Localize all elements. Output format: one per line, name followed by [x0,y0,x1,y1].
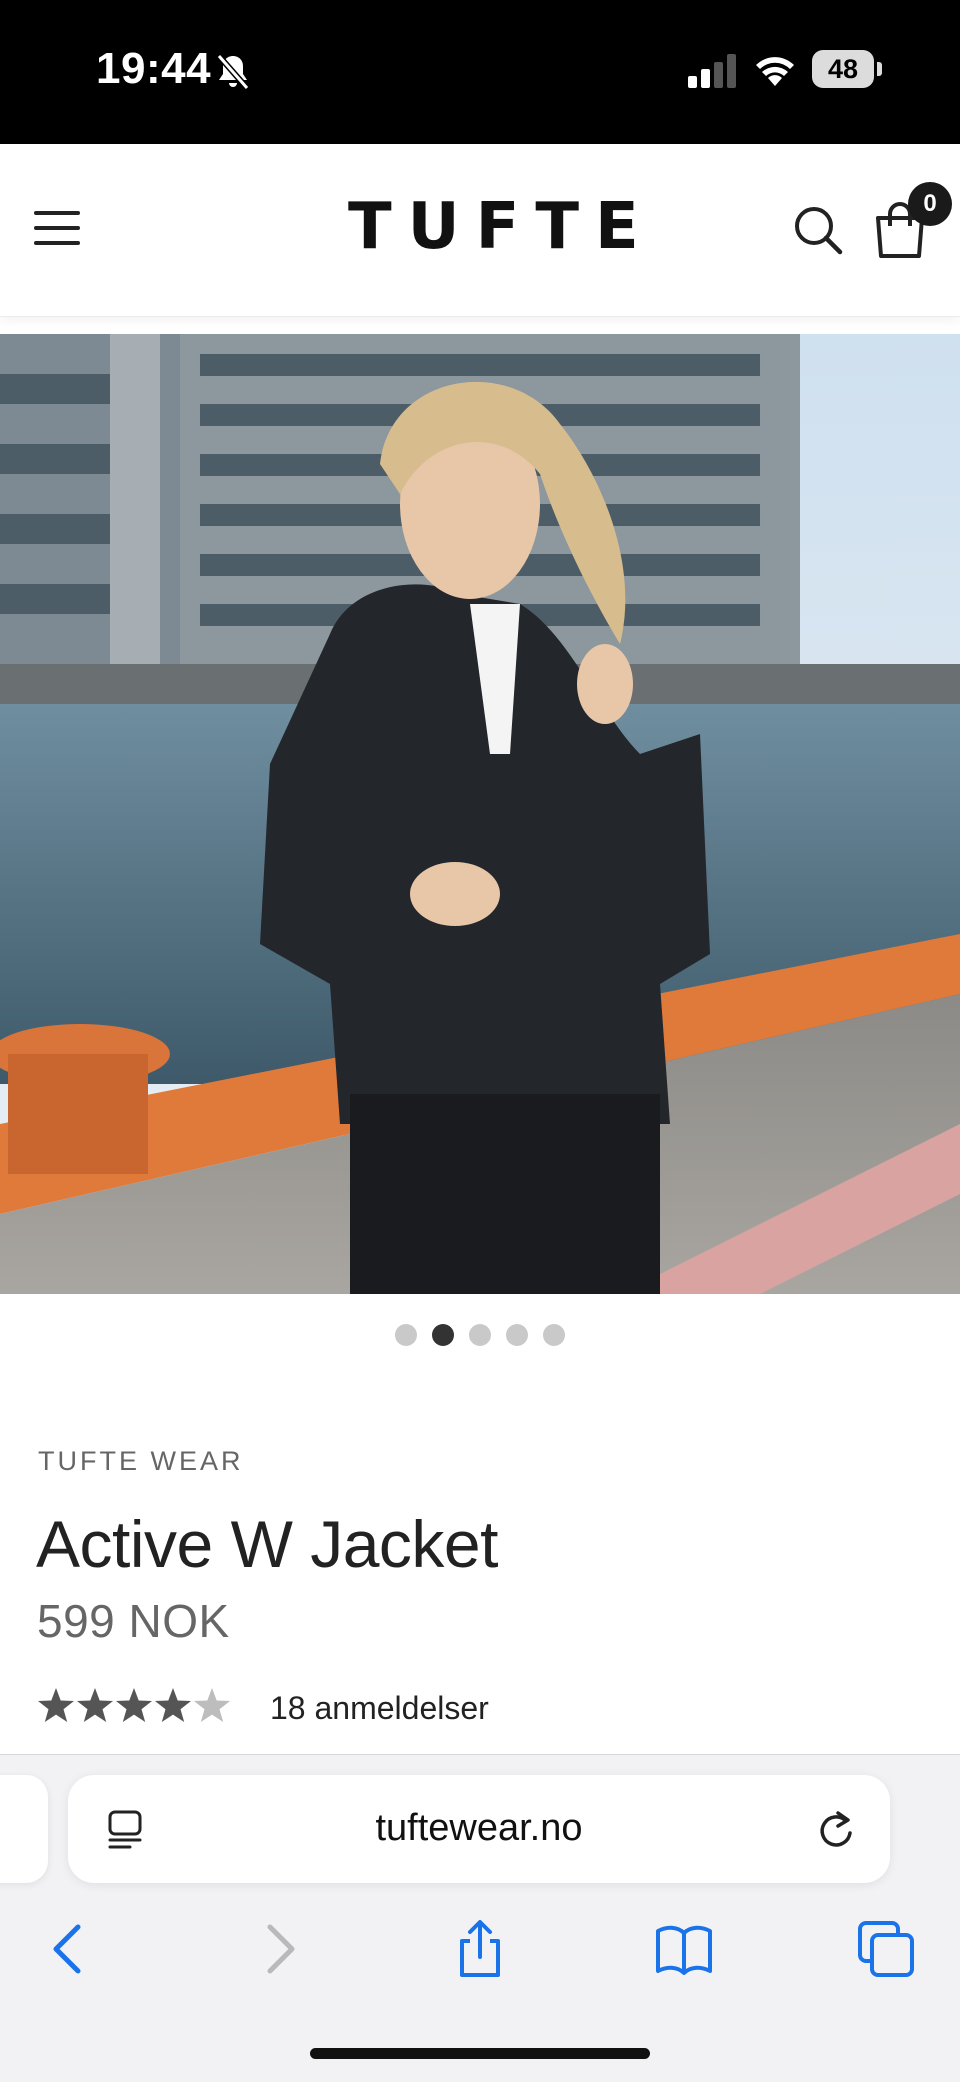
reload-icon[interactable] [816,1809,856,1851]
address-bar[interactable]: tuftewear.no [68,1775,890,1883]
wifi-icon [756,57,794,86]
star-icon [38,1688,74,1722]
tabs-icon[interactable] [856,1919,916,1979]
star-icon [77,1688,113,1722]
site-header: TUFTE 0 [0,144,960,317]
url-text[interactable]: tuftewear.no [68,1807,890,1850]
product-photo [0,334,960,1294]
rating-stars[interactable] [36,1686,232,1726]
cart-count-badge[interactable]: 0 [908,182,952,226]
carousel-dot[interactable] [395,1324,417,1346]
battery-icon: 48 [812,50,874,88]
carousel-dots [395,1324,575,1346]
hamburger-menu-icon[interactable] [34,211,80,247]
bookmarks-icon[interactable] [654,1919,714,1979]
bell-slash-icon [216,54,250,90]
cellular-signal-icon [688,54,736,88]
forward-icon[interactable] [248,1919,308,1979]
product-image[interactable] [0,334,960,1294]
star-icon [194,1688,230,1722]
carousel-dot[interactable] [469,1324,491,1346]
product-price: 599 NOK [37,1595,230,1647]
carousel-dot[interactable] [543,1324,565,1346]
battery-tip [877,62,882,76]
review-count-link[interactable]: 18 anmeldelser [270,1690,489,1727]
home-indicator [310,2048,650,2059]
status-time: 19:44 [96,44,212,93]
back-icon[interactable] [40,1919,100,1979]
search-icon[interactable] [792,204,844,256]
star-icon [116,1688,152,1722]
product-title: Active W Jacket [36,1507,498,1581]
share-icon[interactable] [450,1919,510,1979]
site-logo[interactable]: TUFTE [348,192,639,262]
carousel-dot[interactable] [506,1324,528,1346]
product-brand: TUFTE WEAR [38,1446,244,1476]
previous-tab-peek[interactable] [0,1775,48,1883]
carousel-dot-active[interactable] [432,1324,454,1346]
browser-toolbar: tuftewear.no [0,1754,960,2082]
star-icon [155,1688,191,1722]
status-bar: 19:44 48 [0,0,960,144]
